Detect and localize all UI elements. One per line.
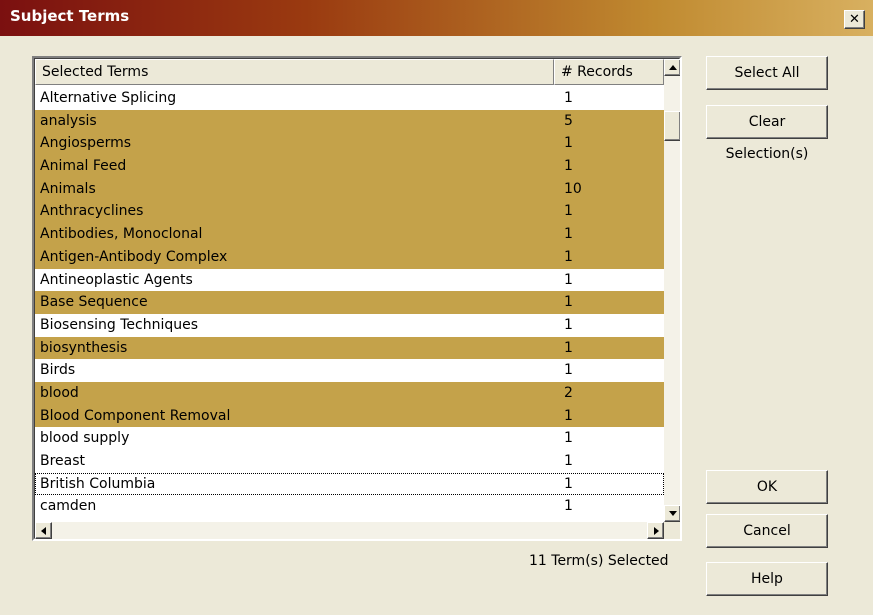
table-row[interactable]: Blood Component Removal 1 [35,404,664,428]
table-row[interactable]: British Columbia 1 [35,472,664,496]
term-cell: Anthracyclines [40,203,144,220]
table-row[interactable]: biosynthesis 1 [35,336,664,360]
records-cell: 1 [564,453,573,469]
records-cell: 1 [564,498,573,515]
records-cell: 1 [564,271,573,288]
records-cell: 1 [564,90,573,106]
table-row[interactable]: Antibodies, Monoclonal 1 [35,223,664,246]
list-rows: Alternative Splicing 1 analysis 5 Angiosperm… [35,87,664,518]
records-cell: 1 [564,339,573,356]
term-cell: Blood Component Removal [40,407,231,424]
table-row[interactable]: Alternative Splicing 1 [35,87,664,110]
table-row[interactable]: blood 2 [35,381,664,405]
arrow-down-icon [669,511,677,516]
term-cell: blood [40,384,79,401]
table-row[interactable]: blood supply 1 [35,427,664,450]
column-header-selected-terms[interactable]: Selected Terms [35,59,554,85]
records-cell: 5 [564,112,573,129]
table-row[interactable]: camden 1 [35,495,664,518]
close-icon: ✕ [849,12,860,27]
term-cell: Alternative Splicing [40,90,177,106]
term-cell: Antibodies, Monoclonal [40,226,203,243]
term-cell: Breast [40,453,86,469]
subject-terms-list[interactable]: Selected Terms # Records Alternative Spl… [32,56,682,541]
records-cell: 1 [564,203,573,220]
ok-button[interactable]: OK [706,470,828,504]
table-row[interactable]: Antigen-Antibody Complex 1 [35,245,664,269]
term-cell: Animals [40,180,96,197]
term-cell: camden [40,498,97,515]
table-row[interactable]: Biosensing Techniques 1 [35,314,664,337]
records-cell: 1 [564,248,573,265]
table-row[interactable]: Angiosperms 1 [35,132,664,156]
records-cell: 1 [564,226,573,243]
term-cell: Animal Feed [40,158,127,175]
term-cell: Birds [40,362,76,379]
horizontal-scrollbar[interactable] [35,522,664,539]
term-cell: Antigen-Antibody Complex [40,248,228,265]
arrow-up-icon [669,65,677,70]
arrow-left-icon [41,527,46,535]
term-cell: Angiosperms [40,135,132,152]
table-row[interactable]: Base Sequence 1 [35,291,664,314]
select-all-button[interactable]: Select All [706,56,828,90]
term-cell: blood supply [40,430,130,447]
selection-status: 11 Term(s) Selected [529,553,669,569]
title-bar[interactable]: Subject Terms ✕ [0,0,873,36]
term-cell: analysis [40,112,97,129]
term-cell: Biosensing Techniques [40,316,199,333]
records-cell: 1 [564,158,573,175]
records-cell: 10 [564,180,582,197]
table-row[interactable]: Breast 1 [35,450,664,473]
records-cell: 1 [564,407,573,424]
term-cell: Base Sequence [40,294,148,311]
table-row[interactable]: Animals 10 [35,177,664,201]
records-cell: 1 [564,430,573,447]
term-cell: British Columbia [40,475,156,492]
table-row[interactable]: Birds 1 [35,359,664,382]
arrow-right-icon [654,527,659,535]
scrollbar-corner [664,522,680,539]
records-cell: 1 [564,362,573,379]
scroll-down-button[interactable] [664,505,680,522]
cancel-button[interactable]: Cancel [706,514,828,548]
table-row[interactable]: analysis 5 [35,109,664,133]
scroll-right-button[interactable] [647,522,664,539]
records-cell: 1 [564,294,573,311]
records-cell: 1 [564,475,573,492]
vertical-scroll-thumb[interactable] [664,111,680,141]
clear-selection-button[interactable]: Clear Selection(s) [706,105,828,162]
window-title: Subject Terms [10,7,130,25]
records-cell: 2 [564,384,573,401]
table-row[interactable]: Animal Feed 1 [35,155,664,178]
vertical-scrollbar[interactable] [664,59,680,522]
help-button[interactable]: Help [706,562,828,596]
table-row[interactable]: Anthracyclines 1 [35,200,664,224]
table-row[interactable]: Antineoplastic Agents 1 [35,269,664,292]
scroll-left-button[interactable] [35,522,52,539]
column-header-records[interactable]: # Records [554,59,664,85]
records-cell: 1 [564,316,573,333]
records-cell: 1 [564,135,573,152]
term-cell: Antineoplastic Agents [40,271,193,288]
term-cell: biosynthesis [40,339,128,356]
close-button[interactable]: ✕ [844,10,865,29]
scroll-up-button[interactable] [664,59,680,76]
